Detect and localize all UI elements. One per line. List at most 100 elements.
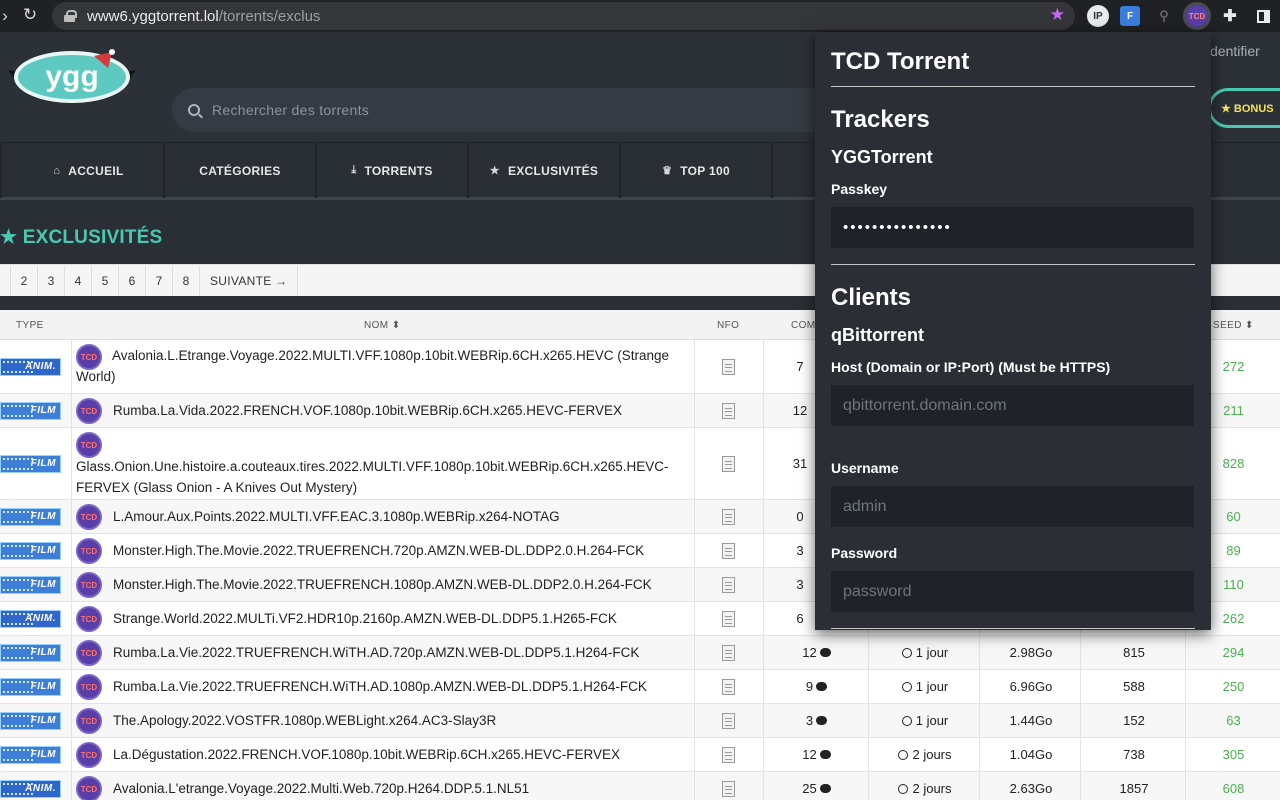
host-input[interactable] <box>831 385 1194 426</box>
comments-count[interactable]: 12 <box>764 645 869 660</box>
passkey-field[interactable]: ••••••••••••••• <box>831 207 1194 248</box>
f-extension-icon[interactable]: F <box>1120 6 1140 26</box>
tcd-extension-icon[interactable]: TCD <box>1183 2 1211 30</box>
bookmark-star-icon[interactable]: ★ <box>1050 5 1065 25</box>
nfo-file-icon[interactable] <box>722 678 735 695</box>
tcd-download-icon[interactable]: TCD <box>76 776 102 800</box>
tcd-download-icon[interactable]: TCD <box>76 708 102 734</box>
torrent-name-link[interactable]: Monster.High.The.Movie.2022.TRUEFRENCH.7… <box>113 540 693 561</box>
address-bar[interactable]: www6.yggtorrent.lol/torrents/exclus ★ <box>52 2 1075 30</box>
comments-count[interactable]: 12 <box>764 747 869 762</box>
nav-accueil[interactable]: ⌂ ACCUEIL <box>0 143 165 198</box>
comments-count[interactable]: 31 <box>780 456 820 471</box>
next-page-link[interactable]: SUIVANTE → <box>199 265 299 296</box>
login-link[interactable]: dentifier <box>1210 43 1260 59</box>
category-badge[interactable]: ANIM. <box>0 779 61 798</box>
category-badge[interactable]: ANIM. <box>0 609 61 628</box>
table-row[interactable]: FILM TCD Rumba.La.Vie.2022.TRUEFRENCH.WiTH… <box>0 636 1280 670</box>
col-seed[interactable]: SEED ⬍ <box>1213 320 1254 331</box>
search-bar[interactable]: Rechercher des torrents <box>172 88 852 132</box>
search-extension-icon[interactable]: ⚲ <box>1153 5 1175 27</box>
torrent-name-link[interactable]: L.Amour.Aux.Points.2022.MULTI.VFF.EAC.3.… <box>113 506 693 527</box>
comments-count[interactable]: 7 <box>780 359 820 374</box>
torrent-name-link[interactable]: Rumba.La.Vie.2022.TRUEFRENCH.WiTH.AD.720… <box>113 642 693 663</box>
table-row[interactable]: FILM TCD The.Apology.2022.VOSTFR.1080p.WEB… <box>0 704 1280 738</box>
tcd-download-icon[interactable]: TCD <box>76 432 102 458</box>
col-name[interactable]: NOM ⬍ <box>364 320 401 331</box>
ygg-logo[interactable]: ygg <box>8 48 136 104</box>
comments-count[interactable]: 12 <box>780 403 820 418</box>
torrent-name-link[interactable]: Rumba.La.Vida.2022.FRENCH.VOF.1080p.10bi… <box>113 400 693 421</box>
category-badge[interactable]: FILM <box>0 401 61 420</box>
nfo-file-icon[interactable] <box>722 610 735 627</box>
comments-count[interactable]: 0 <box>780 509 820 524</box>
category-badge[interactable]: FILM <box>0 454 61 473</box>
category-badge[interactable]: FILM <box>0 711 61 730</box>
sidepanel-icon[interactable] <box>1252 5 1274 27</box>
comments-value: 12 <box>802 645 817 660</box>
page-link[interactable]: 8 <box>172 265 199 296</box>
torrent-name-link[interactable]: Avalonia.L.Etrange.Voyage.2022.MULTI.VFF… <box>76 345 694 387</box>
category-badge[interactable]: FILM <box>0 507 61 526</box>
nfo-file-icon[interactable] <box>722 455 735 472</box>
nfo-file-icon[interactable] <box>722 358 735 375</box>
page-link[interactable]: 5 <box>91 265 118 296</box>
username-input[interactable] <box>831 486 1194 527</box>
puzzle-extensions-icon[interactable]: ✚ <box>1219 5 1241 27</box>
torrent-name-link[interactable]: Monster.High.The.Movie.2022.TRUEFRENCH.1… <box>113 574 693 595</box>
back-icon[interactable]: › <box>0 6 18 26</box>
category-badge[interactable]: FILM <box>0 541 61 560</box>
tcd-download-icon[interactable]: TCD <box>76 742 102 768</box>
comments-count[interactable]: 3 <box>764 713 869 728</box>
torrent-name-link[interactable]: Glass.Onion.Une.histoire.a.couteaux.tire… <box>76 456 694 498</box>
nfo-file-icon[interactable] <box>722 780 735 797</box>
nfo-file-icon[interactable] <box>722 576 735 593</box>
comments-count[interactable]: 9 <box>764 679 869 694</box>
nav-torrents[interactable]: ⤓ TORRENTS <box>317 143 469 198</box>
col-comments[interactable]: COM <box>791 320 816 331</box>
table-row[interactable]: FILM TCD Rumba.La.Vie.2022.TRUEFRENCH.WiTH… <box>0 670 1280 704</box>
tcd-download-icon[interactable]: TCD <box>76 606 102 632</box>
page-link[interactable]: 4 <box>64 265 91 296</box>
torrent-name-link[interactable]: Avalonia.L'etrange.Voyage.2022.Multi.Web… <box>113 778 693 799</box>
nfo-file-icon[interactable] <box>722 508 735 525</box>
comments-count[interactable]: 3 <box>780 543 820 558</box>
nfo-file-icon[interactable] <box>722 542 735 559</box>
torrent-name-link[interactable]: La.Dégustation.2022.FRENCH.VOF.1080p.10b… <box>113 744 693 765</box>
nav-categories[interactable]: CATÉGORIES <box>165 143 317 198</box>
torrent-name-link[interactable]: Strange.World.2022.MULTi.VF2.HDR10p.2160… <box>113 608 693 629</box>
category-badge[interactable]: FILM <box>0 677 61 696</box>
nfo-file-icon[interactable] <box>722 712 735 729</box>
tcd-download-icon[interactable]: TCD <box>76 538 102 564</box>
category-badge[interactable]: ANIM. <box>0 357 61 376</box>
page-link[interactable]: 7 <box>145 265 172 296</box>
tcd-download-icon[interactable]: TCD <box>76 674 102 700</box>
torrent-name-link[interactable]: The.Apology.2022.VOSTFR.1080p.WEBLight.x… <box>113 710 693 731</box>
nfo-file-icon[interactable] <box>722 746 735 763</box>
comments-count[interactable]: 25 <box>764 781 869 796</box>
torrent-name-link[interactable]: Rumba.La.Vie.2022.TRUEFRENCH.WiTH.AD.108… <box>113 676 693 697</box>
nfo-file-icon[interactable] <box>722 402 735 419</box>
tcd-download-icon[interactable]: TCD <box>76 398 102 424</box>
page-link[interactable]: 6 <box>118 265 145 296</box>
page-link[interactable]: 2 <box>10 265 37 296</box>
category-badge[interactable]: FILM <box>0 745 61 764</box>
search-input[interactable]: Rechercher des torrents <box>212 102 369 118</box>
tcd-download-icon[interactable]: TCD <box>76 572 102 598</box>
nav-top100[interactable]: ♛ TOP 100 <box>621 143 773 198</box>
tcd-download-icon[interactable]: TCD <box>76 504 102 530</box>
table-row[interactable]: FILM TCD La.Dégustation.2022.FRENCH.VOF.10… <box>0 738 1280 772</box>
tcd-download-icon[interactable]: TCD <box>76 640 102 666</box>
reload-icon[interactable]: ↻ <box>17 5 43 25</box>
page-link[interactable]: 3 <box>37 265 64 296</box>
comments-count[interactable]: 3 <box>780 577 820 592</box>
bonus-button[interactable]: ★ BONUS <box>1208 88 1280 128</box>
table-row[interactable]: ANIM. TCD Avalonia.L'etrange.Voyage.2022.M… <box>0 772 1280 800</box>
category-badge[interactable]: FILM <box>0 643 61 662</box>
ip-extension-icon[interactable]: IP <box>1087 5 1109 27</box>
comments-count[interactable]: 6 <box>780 611 820 626</box>
nav-exclusivites[interactable]: ★ EXCLUSIVITÉS <box>469 143 621 198</box>
nfo-file-icon[interactable] <box>722 644 735 661</box>
category-badge[interactable]: FILM <box>0 575 61 594</box>
password-input[interactable] <box>831 571 1194 612</box>
